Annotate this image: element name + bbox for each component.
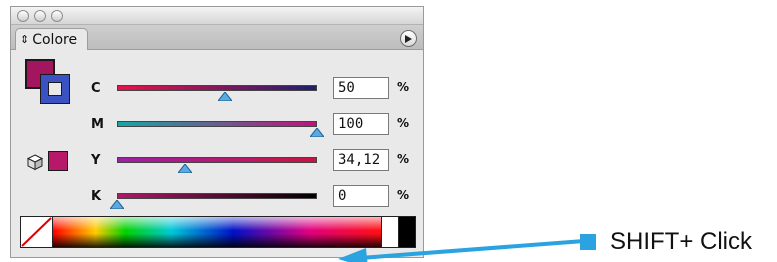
annotation-arrow [338, 239, 585, 262]
annotation-callout: SHIFT+ Click [580, 228, 752, 256]
callout-text: SHIFT+ Click [610, 228, 753, 255]
arrow-head-icon [338, 248, 368, 262]
callout-square-icon [580, 234, 596, 250]
arrow-shaft [359, 239, 585, 260]
